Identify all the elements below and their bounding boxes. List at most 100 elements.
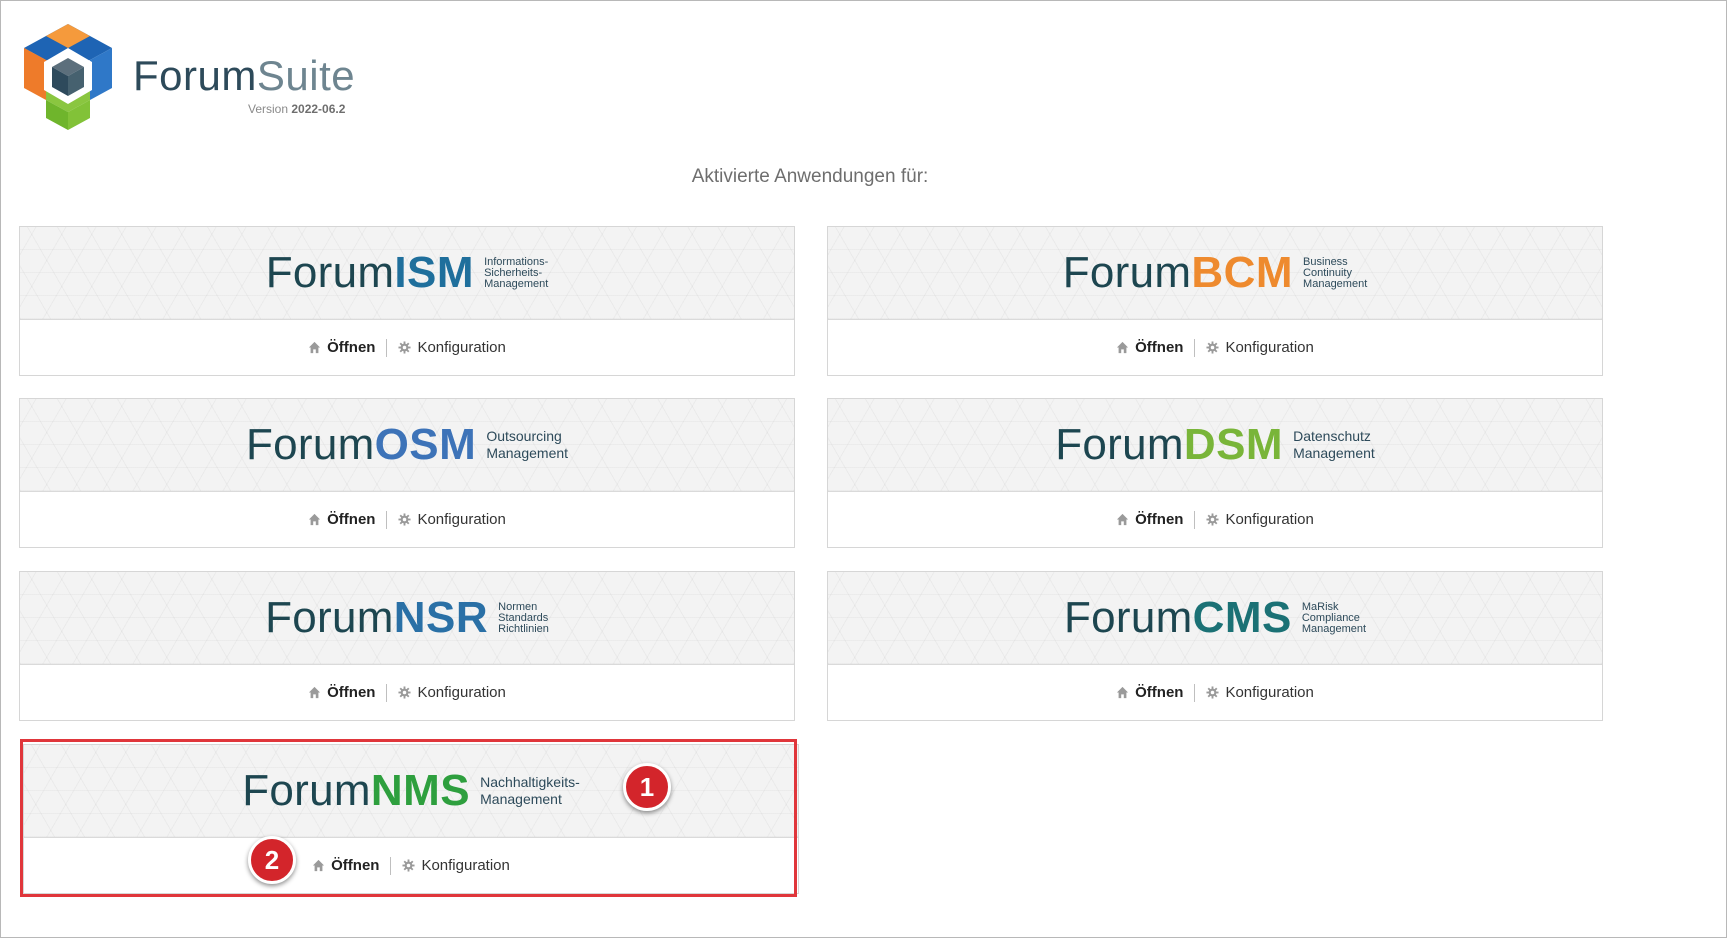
product-word: Forum [265,248,395,297]
product-acronym: DSM [1183,420,1284,469]
app-card-cms: Forum CMS MaRisk Compliance Management Öff… [827,571,1603,721]
app-desc-line: Outsourcing [486,428,562,444]
app-desc-line: Management [1293,445,1375,461]
product-word: Forum [1055,420,1184,469]
forumsuite-logo-icon [24,24,112,130]
app-card-osm: Forum OSM Outsourcing Management Öffnen K… [19,398,795,548]
app-card-dsm: Forum DSM Datenschutz Management Öffnen K… [827,398,1603,548]
app-desc-line: Normen [498,600,538,613]
product-acronym: ISM [394,248,475,297]
product-acronym: BCM [1191,248,1294,297]
divider [386,338,388,357]
product-description: Outsourcing Management [486,428,568,462]
divider [386,510,388,529]
app-desc-line: Management [1303,277,1368,290]
open-link[interactable]: Öffnen [308,339,375,356]
product-description: Informations- Sicherheits- Management [484,255,549,290]
product-description: Business Continuity Management [1303,255,1368,290]
open-link[interactable]: Öffnen [1116,339,1183,356]
gear-icon [398,686,411,699]
open-label: Öffnen [327,339,376,356]
card-actions: Öffnen Konfiguration [828,320,1602,375]
card-actions: Öffnen Konfiguration [20,665,794,720]
version-number: 2022-06.2 [291,102,346,116]
product-logo: Forum NSR Normen Standards Richtlinien [265,593,549,643]
app-banner[interactable]: Forum OSM Outsourcing Management [20,399,794,492]
app-banner[interactable]: Forum ISM Informations- Sicherheits- Manag… [20,227,794,320]
app-desc-line: Management [484,277,549,290]
open-label: Öffnen [1135,511,1184,528]
home-icon [1117,513,1129,526]
step-badge-2: 2 [248,836,296,884]
product-logo: Forum DSM Datenschutz Management [1055,420,1375,470]
product-word: Forum [245,420,375,469]
product-word: Forum [1062,248,1192,297]
product-logo: Forum ISM Informations- Sicherheits- Manag… [266,248,549,298]
activated-apps-heading: Aktivierte Anwendungen für: [691,166,929,187]
brand-title: ForumSuite [133,52,355,100]
product-description: Normen Standards Richtlinien [498,600,549,635]
product-logo: Forum OSM Outsourcing Management [246,420,568,470]
app-desc-line: Management [486,445,569,461]
app-desc-line: Business [1303,255,1348,268]
configuration-link[interactable]: Konfiguration [398,511,506,528]
open-link[interactable]: Öffnen [1116,684,1183,701]
open-label: Öffnen [327,511,376,528]
app-banner[interactable]: Forum BCM Business Continuity Management [828,227,1602,320]
version-label: Version 2022-06.2 [248,102,345,116]
product-description: MaRisk Compliance Management [1301,600,1367,635]
brand-suite: Suite [256,52,356,99]
configuration-link[interactable]: Konfiguration [398,684,506,701]
product-acronym: CMS [1192,593,1292,642]
configuration-label: Konfiguration [417,684,506,701]
app-banner[interactable]: Forum DSM Datenschutz Management [828,399,1602,492]
product-logo: Forum CMS MaRisk Compliance Management [1064,593,1366,643]
app-desc-line: Continuity [1303,266,1352,279]
card-actions: Öffnen Konfiguration [828,665,1602,720]
open-link[interactable]: Öffnen [1116,511,1183,528]
configuration-link[interactable]: Konfiguration [1206,339,1314,356]
product-word: Forum [1063,593,1193,642]
home-icon [309,513,321,526]
gear-icon [1206,686,1219,699]
configuration-link[interactable]: Konfiguration [1206,511,1314,528]
gear-icon [1206,513,1219,526]
configuration-link[interactable]: Konfiguration [398,339,506,356]
open-label: Öffnen [327,684,376,701]
configuration-label: Konfiguration [1225,684,1314,701]
app-card-nsr: Forum NSR Normen Standards Richtlinien Öff… [19,571,795,721]
open-link[interactable]: Öffnen [308,511,375,528]
open-link[interactable]: Öffnen [308,684,375,701]
configuration-label: Konfiguration [417,511,506,528]
app-desc-line: Richtlinien [498,622,549,635]
app-desc-line: Informations- [484,255,549,268]
home-icon [1117,341,1129,354]
configuration-label: Konfiguration [1225,339,1314,356]
version-prefix: Version [248,102,292,116]
product-acronym: NSR [393,593,489,642]
app-desc-line: MaRisk [1301,600,1339,613]
configuration-label: Konfiguration [1225,511,1314,528]
card-actions: Öffnen Konfiguration [828,492,1602,547]
step-badge-1: 1 [623,763,671,811]
divider [386,683,388,702]
brand-forum: Forum [133,52,257,99]
product-logo: Forum BCM Business Continuity Management [1063,248,1368,298]
configuration-label: Konfiguration [417,339,506,356]
app-banner[interactable]: Forum NSR Normen Standards Richtlinien [20,572,794,665]
app-desc-line: Sicherheits- [484,266,543,279]
home-icon [309,686,321,699]
app-desc-line: Management [1301,622,1367,635]
product-description: Datenschutz Management [1293,428,1375,462]
configuration-link[interactable]: Konfiguration [1206,684,1314,701]
app-card-bcm: Forum BCM Business Continuity Management Ö… [827,226,1603,376]
app-card-ism: Forum ISM Informations- Sicherheits- Manag… [19,226,795,376]
home-icon [309,341,321,354]
app-desc-line: Standards [498,611,549,624]
home-icon [1117,686,1129,699]
gear-icon [1206,341,1219,354]
gear-icon [398,513,411,526]
gear-icon [398,341,411,354]
open-label: Öffnen [1135,339,1184,356]
app-banner[interactable]: Forum CMS MaRisk Compliance Management [828,572,1602,665]
